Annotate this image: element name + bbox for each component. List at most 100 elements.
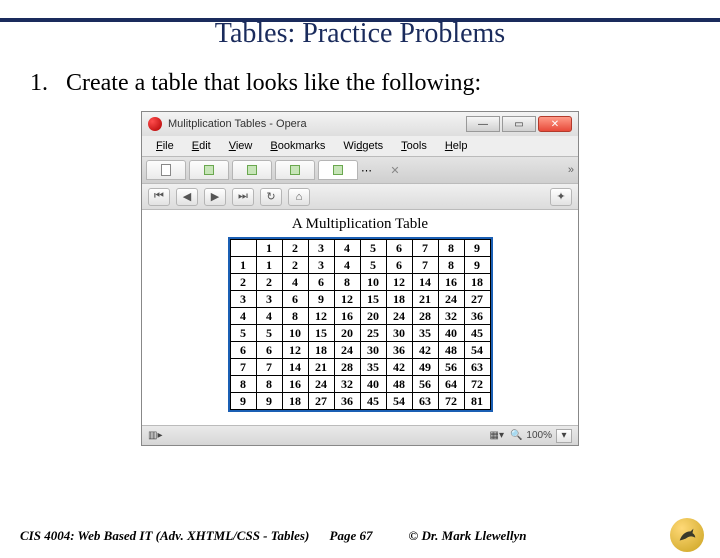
menu-widgets[interactable]: Widgets	[335, 139, 391, 153]
view-mode-icon[interactable]: ▦▾	[490, 430, 504, 441]
fast-forward-button[interactable]: ⏭	[232, 188, 254, 206]
menu-view[interactable]: View	[221, 139, 261, 153]
menu-tools[interactable]: Tools	[393, 139, 435, 153]
table-cell: 36	[386, 342, 412, 359]
tab-strip: ⋯ ✕ »	[142, 156, 578, 184]
table-cell: 56	[412, 376, 438, 393]
back-button[interactable]: ◀	[176, 188, 198, 206]
table-cell: 2	[230, 274, 256, 291]
table-cell: 45	[360, 393, 386, 410]
table-cell: 4	[334, 257, 360, 274]
menu-accel: d	[356, 140, 362, 152]
tab-item[interactable]	[232, 160, 272, 180]
table-header-cell	[230, 240, 256, 257]
table-cell: 56	[438, 359, 464, 376]
nav-toolbar: ⏮ ◀ ▶ ⏭ ↻ ⌂ ✦	[142, 184, 578, 210]
table-cell: 30	[360, 342, 386, 359]
tab-item[interactable]	[146, 160, 186, 180]
table-cell: 4	[256, 308, 282, 325]
menu-accel: H	[445, 140, 453, 152]
table-cell: 14	[412, 274, 438, 291]
table-cell: 28	[334, 359, 360, 376]
table-cell: 1	[230, 257, 256, 274]
close-button[interactable]: ✕	[538, 116, 572, 132]
menu-edit[interactable]: Edit	[184, 139, 219, 153]
window-title: Mulitplication Tables - Opera	[168, 118, 460, 130]
table-cell: 9	[308, 291, 334, 308]
ucf-pegasus-logo	[670, 518, 704, 552]
footer-page: Page 67	[312, 528, 391, 544]
tab-close-button[interactable]: ✕	[386, 161, 404, 179]
table-cell: 6	[282, 291, 308, 308]
table-header-cell: 7	[412, 240, 438, 257]
tab-item-active[interactable]	[318, 160, 358, 180]
table-header-cell: 1	[256, 240, 282, 257]
zoom-dropdown-button[interactable]: ▾	[556, 429, 572, 443]
table-cell: 42	[412, 342, 438, 359]
table-cell: 72	[464, 376, 490, 393]
table-cell: 16	[334, 308, 360, 325]
table-cell: 7	[230, 359, 256, 376]
maximize-button[interactable]: ▭	[502, 116, 536, 132]
table-cell: 35	[360, 359, 386, 376]
rewind-button[interactable]: ⏮	[148, 188, 170, 206]
table-cell: 6	[230, 342, 256, 359]
tab-item[interactable]	[275, 160, 315, 180]
problem-row: 1. Create a table that looks like the fo…	[30, 70, 690, 97]
table-cell: 6	[308, 274, 334, 291]
table-cell: 30	[386, 325, 412, 342]
table-cell: 14	[282, 359, 308, 376]
forward-button[interactable]: ▶	[204, 188, 226, 206]
table-cell: 48	[386, 376, 412, 393]
opera-logo-icon	[148, 117, 162, 131]
table-cell: 54	[464, 342, 490, 359]
table-cell: 27	[308, 393, 334, 410]
table-cell: 1	[256, 257, 282, 274]
table-cell: 54	[386, 393, 412, 410]
table-cell: 4	[282, 274, 308, 291]
window-titlebar: Mulitplication Tables - Opera — ▭ ✕	[142, 112, 578, 136]
table-cell: 72	[438, 393, 464, 410]
table-cell: 16	[282, 376, 308, 393]
table-header-cell: 5	[360, 240, 386, 257]
table-cell: 24	[386, 308, 412, 325]
minimize-button[interactable]: —	[466, 116, 500, 132]
page-icon	[161, 164, 171, 176]
table-cell: 48	[438, 342, 464, 359]
status-bar: ▥▸ ▦▾ 🔍 100% ▾	[142, 425, 578, 445]
table-cell: 27	[464, 291, 490, 308]
tab-overflow-button[interactable]: »	[568, 164, 574, 176]
dots-icon: ⋯	[361, 164, 372, 177]
reload-button[interactable]: ↻	[260, 188, 282, 206]
table-cell: 12	[334, 291, 360, 308]
menu-accel: F	[156, 140, 163, 152]
multiplication-table-title: A Multiplication Table	[154, 216, 566, 233]
table-cell: 10	[360, 274, 386, 291]
table-cell: 21	[308, 359, 334, 376]
table-cell: 5	[256, 325, 282, 342]
table-header-cell: 8	[438, 240, 464, 257]
home-button[interactable]: ⌂	[288, 188, 310, 206]
table-cell: 63	[464, 359, 490, 376]
tab-item[interactable]	[189, 160, 229, 180]
wand-button[interactable]: ✦	[550, 188, 572, 206]
menu-help[interactable]: Help	[437, 139, 476, 153]
table-cell: 35	[412, 325, 438, 342]
table-cell: 8	[438, 257, 464, 274]
table-cell: 18	[464, 274, 490, 291]
table-cell: 3	[308, 257, 334, 274]
page-icon	[204, 165, 214, 175]
menu-bookmarks[interactable]: Bookmarks	[262, 139, 333, 153]
new-tab-button[interactable]: ⋯	[361, 160, 381, 180]
table-cell: 18	[308, 342, 334, 359]
menu-file[interactable]: File	[148, 139, 182, 153]
table-cell: 32	[438, 308, 464, 325]
table-cell: 6	[386, 257, 412, 274]
table-cell: 10	[282, 325, 308, 342]
table-cell: 12	[386, 274, 412, 291]
panel-toggle-icon[interactable]: ▥▸	[148, 430, 162, 441]
table-header-cell: 6	[386, 240, 412, 257]
menu-accel: B	[270, 140, 277, 152]
table-cell: 63	[412, 393, 438, 410]
table-cell: 8	[282, 308, 308, 325]
